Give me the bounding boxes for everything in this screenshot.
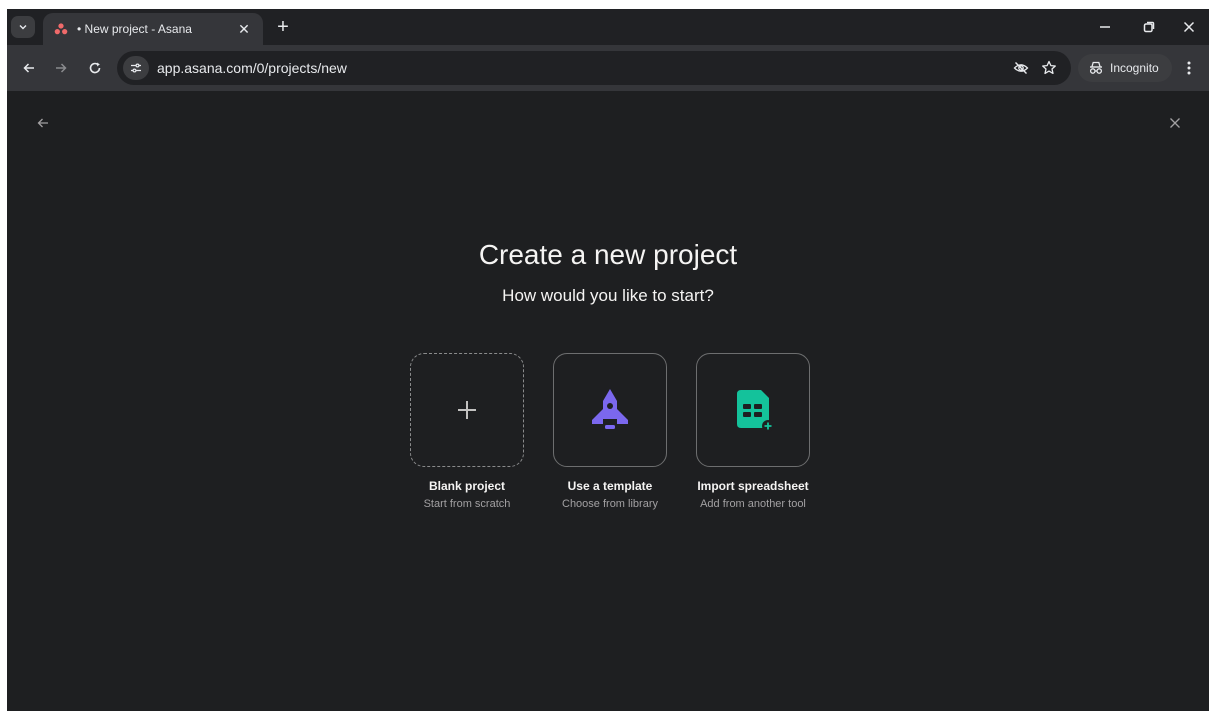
browser-window: • New project - Asana ✕ + app.asana.com/… bbox=[7, 9, 1209, 711]
option-description: Choose from library bbox=[562, 498, 658, 510]
option-label: Import spreadsheet bbox=[697, 479, 809, 493]
new-project-page: Create a new project How would you like … bbox=[7, 91, 1209, 711]
chevron-down-icon bbox=[19, 25, 27, 30]
site-info-icon[interactable] bbox=[123, 56, 149, 80]
address-bar[interactable]: app.asana.com/0/projects/new bbox=[117, 51, 1071, 85]
close-icon[interactable] bbox=[1163, 111, 1187, 135]
active-tab[interactable]: • New project - Asana ✕ bbox=[43, 13, 263, 45]
page-title: Create a new project bbox=[478, 239, 738, 270]
restore-icon[interactable] bbox=[1127, 9, 1171, 45]
minimize-icon[interactable] bbox=[1083, 9, 1127, 45]
reload-icon[interactable] bbox=[83, 56, 107, 80]
option-description: Add from another tool bbox=[700, 498, 806, 510]
forward-icon[interactable] bbox=[49, 56, 73, 80]
tab-strip: • New project - Asana ✕ + bbox=[7, 9, 1209, 45]
incognito-icon bbox=[1089, 61, 1103, 74]
option-label: Use a template bbox=[567, 479, 653, 493]
option-label: Blank project bbox=[428, 479, 506, 493]
asana-logo-icon bbox=[53, 21, 69, 37]
url-text: app.asana.com/0/projects/new bbox=[157, 60, 347, 76]
rocket-icon bbox=[592, 389, 628, 429]
plus-icon bbox=[458, 401, 476, 419]
use-template-option[interactable]: Use a template Choose from library bbox=[545, 353, 675, 510]
tab-search-button[interactable] bbox=[11, 16, 35, 38]
import-spreadsheet-tile[interactable] bbox=[696, 353, 810, 467]
back-icon[interactable] bbox=[17, 56, 41, 80]
option-description: Start from scratch bbox=[423, 498, 511, 510]
incognito-indicator[interactable]: Incognito bbox=[1078, 54, 1172, 82]
blank-project-option[interactable]: Blank project Start from scratch bbox=[402, 353, 532, 510]
import-spreadsheet-option[interactable]: Import spreadsheet Add from another tool bbox=[688, 353, 818, 510]
more-options-icon[interactable] bbox=[1179, 56, 1199, 80]
spreadsheet-icon bbox=[737, 390, 774, 432]
tab-title: • New project - Asana bbox=[77, 22, 192, 36]
use-template-tile[interactable] bbox=[553, 353, 667, 467]
page-subtitle: How would you like to start? bbox=[502, 286, 714, 305]
new-tab-button[interactable]: + bbox=[271, 15, 295, 39]
window-close-icon[interactable] bbox=[1167, 9, 1209, 45]
back-arrow-icon[interactable] bbox=[31, 111, 55, 135]
incognito-label: Incognito bbox=[1110, 61, 1159, 75]
browser-toolbar: app.asana.com/0/projects/new Incognito bbox=[7, 45, 1209, 91]
tab-close-icon[interactable]: ✕ bbox=[235, 20, 253, 38]
eye-off-icon[interactable] bbox=[1007, 54, 1035, 82]
blank-project-tile[interactable] bbox=[410, 353, 524, 467]
star-icon[interactable] bbox=[1035, 54, 1063, 82]
